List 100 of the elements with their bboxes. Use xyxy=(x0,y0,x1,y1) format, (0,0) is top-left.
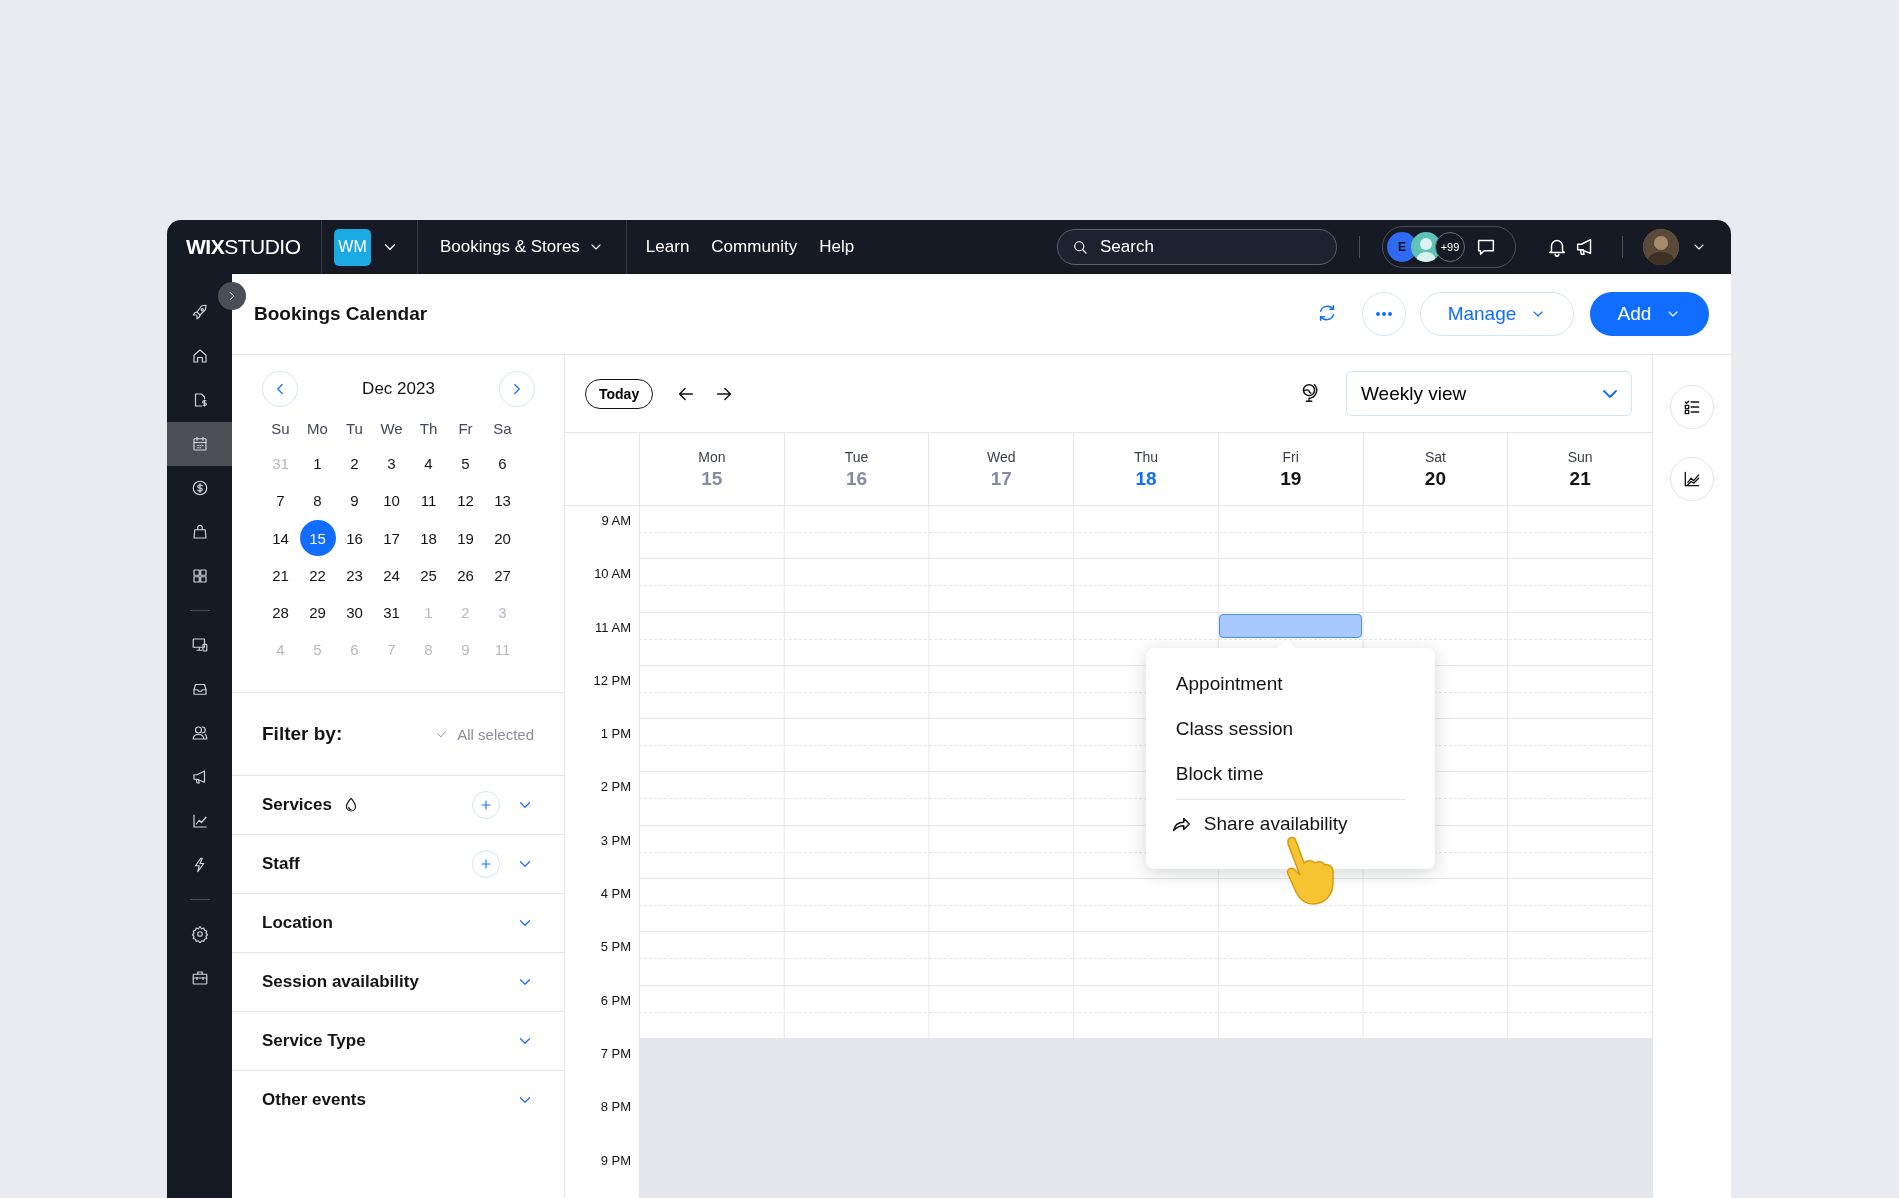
calendar-day[interactable]: 28 xyxy=(262,594,299,631)
filter-title: Filter by: xyxy=(262,723,343,745)
profile-avatar[interactable] xyxy=(1643,229,1679,265)
weekday-label: Sat xyxy=(1424,448,1446,465)
chevron-down-icon xyxy=(1603,389,1617,398)
time-label: 3 PM xyxy=(599,831,632,850)
selected-time-slot[interactable] xyxy=(1218,613,1362,638)
calendar-day[interactable]: 24 xyxy=(373,557,410,594)
checklist-button[interactable] xyxy=(1670,385,1714,429)
calendar-day[interactable]: 5 xyxy=(447,445,484,482)
calendar-day[interactable]: 1 xyxy=(299,445,336,482)
time-label: 11 AM xyxy=(594,618,632,637)
calendar-day[interactable]: 8 xyxy=(299,482,336,519)
calendar-day[interactable]: 2 xyxy=(336,445,373,482)
calendar-day[interactable]: 6 xyxy=(484,445,521,482)
weekday-label: Sa xyxy=(493,418,512,439)
dollar-icon xyxy=(190,479,209,497)
weekday-label: Sun xyxy=(1567,448,1593,465)
manage-button[interactable]: Manage xyxy=(1420,292,1574,336)
time-label: 4 PM xyxy=(599,885,632,904)
time-label: 5 PM xyxy=(599,938,632,957)
weekday-label: Tu xyxy=(346,418,363,439)
calendar-day[interactable]: 16 xyxy=(336,520,373,557)
filter-section-label[interactable]: Staff xyxy=(262,854,300,874)
calendar-day[interactable]: 18 xyxy=(410,520,447,557)
calendar-day[interactable]: 22 xyxy=(299,557,336,594)
more-count: +99 xyxy=(1435,232,1465,262)
menu-item[interactable]: Class session xyxy=(1175,706,1405,752)
time-label: 12 PM xyxy=(592,671,632,690)
date-number: 21 xyxy=(1569,467,1591,490)
calendar-day[interactable]: 21 xyxy=(262,557,299,594)
calendar-day[interactable]: 23 xyxy=(336,557,373,594)
chart-icon xyxy=(190,812,209,830)
filter-section-label[interactable]: Services xyxy=(262,795,332,815)
add-button[interactable]: Add xyxy=(1590,292,1709,336)
calendar-day[interactable]: 31 xyxy=(373,594,410,631)
filter-section-label[interactable]: Service Type xyxy=(262,1031,366,1051)
calendar-day[interactable]: 26 xyxy=(447,557,484,594)
time-label: 7 PM xyxy=(599,1044,632,1063)
chart-icon xyxy=(1682,469,1702,489)
calendar-day[interactable]: 15 xyxy=(299,520,336,557)
calendar-day[interactable]: 14 xyxy=(262,520,299,557)
today-button[interactable]: Today xyxy=(585,378,654,409)
nav-link[interactable]: Help xyxy=(808,237,866,257)
logo[interactable]: WIXSTUDIO xyxy=(167,235,321,259)
sidebar-item[interactable] xyxy=(167,422,232,466)
gear-icon xyxy=(190,925,209,943)
date-number: 16 xyxy=(846,467,868,490)
date-number: 17 xyxy=(990,467,1012,490)
weekday-label: Tue xyxy=(844,448,869,465)
nav-link[interactable]: Learn xyxy=(634,237,701,257)
calendar-day[interactable]: 4 xyxy=(410,445,447,482)
calendar-day[interactable]: 25 xyxy=(410,557,447,594)
weekday-label: Mo xyxy=(307,418,328,439)
weekday-label: Fri xyxy=(1282,448,1299,465)
calendar-day[interactable]: 30 xyxy=(336,594,373,631)
date-number: 20 xyxy=(1424,467,1446,490)
search-field[interactable]: Search xyxy=(1057,229,1337,265)
weekday-label: Su xyxy=(271,418,290,439)
weekday-label: Mon xyxy=(698,448,726,465)
briefcase-icon xyxy=(190,969,209,987)
filter-section-label[interactable]: Other events xyxy=(262,1090,366,1110)
filter-section-label[interactable]: Session availability xyxy=(262,972,419,992)
filter-status: All selected xyxy=(457,725,534,743)
weekday-label: Wed xyxy=(987,448,1016,465)
weekday-label: We xyxy=(380,418,403,439)
monitor-icon xyxy=(190,636,209,654)
time-label: 9 PM xyxy=(599,1151,632,1170)
calendar-day[interactable]: 27 xyxy=(484,557,521,594)
calendar-day[interactable]: 19 xyxy=(447,520,484,557)
analytics-button[interactable] xyxy=(1670,457,1714,501)
calendar-day[interactable]: 29 xyxy=(299,594,336,631)
date-number: 18 xyxy=(1135,467,1157,490)
nav-dropdown[interactable]: Bookings & Stores xyxy=(418,237,626,257)
calendar-day[interactable]: 3 xyxy=(373,445,410,482)
time-label: 8 PM xyxy=(599,1098,632,1117)
calendar-day[interactable]: 12 xyxy=(447,482,484,519)
calendar-day[interactable]: 20 xyxy=(484,520,521,557)
filter-section-label[interactable]: Location xyxy=(262,913,333,933)
calendar-day[interactable]: 11 xyxy=(410,482,447,519)
weekday-label: Fr xyxy=(458,418,473,439)
calendar-day[interactable]: 10 xyxy=(373,482,410,519)
time-label: 2 PM xyxy=(599,778,632,797)
calendar-day[interactable]: 13 xyxy=(484,482,521,519)
calendar-day[interactable]: 9 xyxy=(336,482,373,519)
rocket-icon xyxy=(190,303,209,321)
calendar-day[interactable]: 7 xyxy=(262,482,299,519)
nav-link[interactable]: Community xyxy=(700,237,809,257)
calendar-icon xyxy=(190,435,209,453)
checklist-icon xyxy=(1682,397,1702,417)
view-dropdown[interactable]: Weekly view xyxy=(1346,371,1632,416)
date-number: 19 xyxy=(1280,467,1302,490)
menu-item[interactable]: Appointment xyxy=(1175,661,1405,707)
date-number: 15 xyxy=(701,467,723,490)
expand-button[interactable] xyxy=(218,282,246,310)
calendar-day[interactable]: 17 xyxy=(373,520,410,557)
month-label: Dec 2023 xyxy=(362,379,435,399)
menu-item[interactable]: Share availability xyxy=(1169,801,1399,847)
menu-item[interactable]: Block time xyxy=(1175,751,1405,797)
time-label: 6 PM xyxy=(599,991,632,1010)
